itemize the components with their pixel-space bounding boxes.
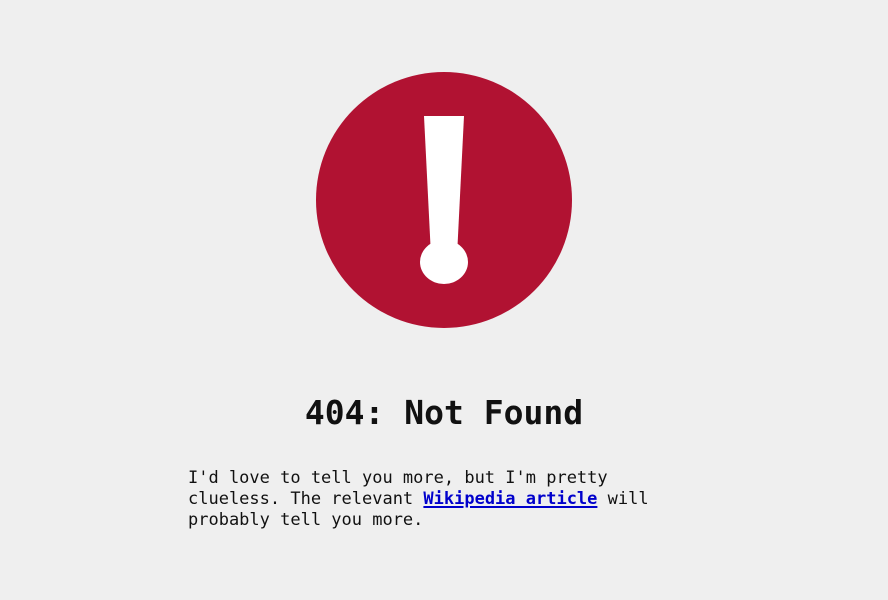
error-message: I'd love to tell you more, but I'm prett… xyxy=(188,468,708,531)
error-page: 404: Not Found I'd love to tell you more… xyxy=(0,0,888,600)
page-title: 404: Not Found xyxy=(304,393,584,432)
exclamation-circle-icon xyxy=(316,72,572,328)
wikipedia-article-link[interactable]: Wikipedia article xyxy=(423,489,597,509)
